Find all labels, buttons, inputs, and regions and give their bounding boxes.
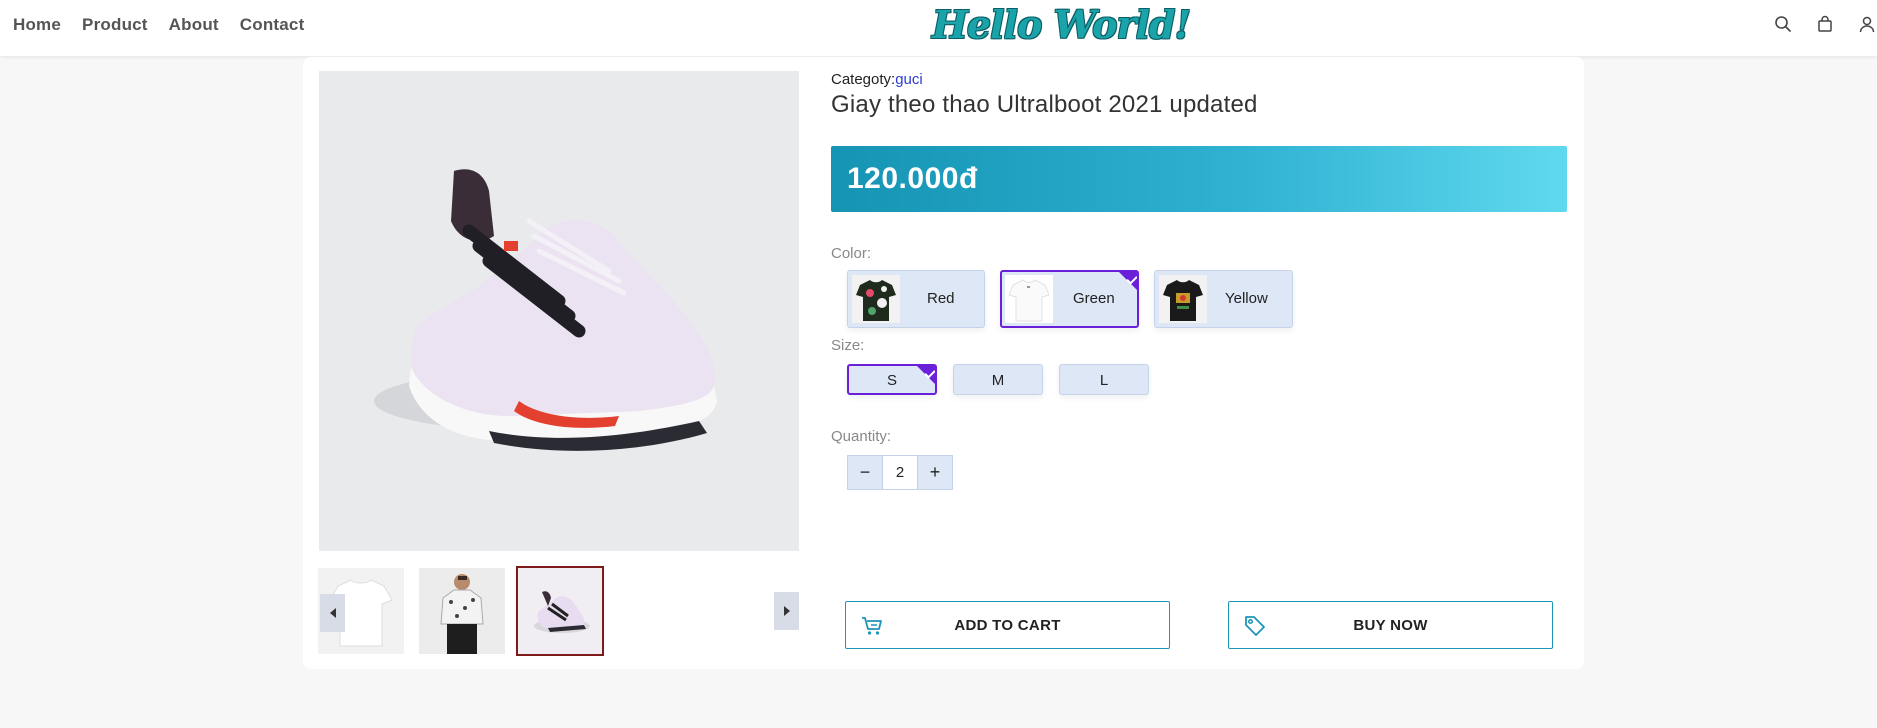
thumbnail-sneaker[interactable]	[516, 566, 604, 656]
site-header: Home Product About Contact Hello World!	[0, 0, 1877, 56]
product-main-image	[319, 71, 799, 551]
quantity-increase-button[interactable]: +	[918, 456, 952, 489]
size-option-m[interactable]: M	[953, 364, 1043, 395]
chevron-right-icon	[783, 606, 790, 616]
buy-now-label: BUY NOW	[1353, 617, 1428, 634]
category-link[interactable]: guci	[895, 71, 923, 88]
shopping-bag-icon[interactable]	[1815, 14, 1835, 34]
nav-about[interactable]: About	[169, 15, 219, 35]
buy-now-button[interactable]: BUY NOW	[1228, 601, 1553, 649]
add-to-cart-label: ADD TO CART	[954, 617, 1061, 634]
color-option-green[interactable]: Green	[1000, 270, 1139, 328]
size-option-s[interactable]: S	[847, 364, 937, 395]
size-option-l[interactable]: L	[1059, 364, 1149, 395]
price-banner: 120.000đ	[831, 146, 1567, 212]
site-logo[interactable]: Hello World!	[932, 2, 1191, 48]
size-option-label: M	[991, 372, 1005, 389]
color-swatch-green	[1005, 275, 1053, 323]
color-label: Color:	[831, 245, 872, 262]
color-swatch-red	[852, 275, 900, 323]
product-title: Giay theo thao Ultralboot 2021 updated	[831, 91, 1258, 118]
carousel-next-button[interactable]	[774, 592, 799, 630]
search-icon[interactable]	[1773, 14, 1793, 34]
color-option-yellow[interactable]: Yellow	[1154, 270, 1293, 328]
nav-home[interactable]: Home	[13, 15, 61, 35]
category-label: Categoty:	[831, 71, 896, 88]
nav-product[interactable]: Product	[82, 15, 148, 35]
quantity-value[interactable]: 2	[882, 456, 918, 489]
color-option-label: Red	[927, 290, 955, 307]
add-to-cart-button[interactable]: ADD TO CART	[845, 601, 1170, 649]
carousel-prev-button[interactable]	[320, 594, 345, 632]
product-category: Categoty:guci	[831, 71, 923, 88]
product-price: 120.000đ	[847, 162, 978, 195]
nav-contact[interactable]: Contact	[240, 15, 305, 35]
user-icon[interactable]	[1857, 14, 1877, 34]
thumbnail-model-shirt[interactable]	[419, 568, 505, 654]
thumbnail-carousel	[318, 566, 800, 656]
check-icon	[1119, 272, 1137, 290]
size-label: Size:	[831, 337, 865, 354]
quantity-decrease-button[interactable]: −	[848, 456, 882, 489]
sneaker-image	[374, 169, 717, 451]
color-option-red[interactable]: Red	[847, 270, 985, 328]
color-swatch-yellow	[1159, 275, 1207, 323]
header-actions	[1773, 14, 1877, 34]
quantity-stepper: − 2 +	[847, 455, 953, 490]
color-option-label: Green	[1073, 290, 1115, 307]
main-nav: Home Product About Contact	[13, 0, 304, 50]
color-option-label: Yellow	[1225, 290, 1268, 307]
quantity-label: Quantity:	[831, 428, 892, 445]
check-icon	[917, 366, 935, 384]
size-option-label: L	[1099, 372, 1109, 389]
chevron-left-icon	[329, 608, 336, 618]
